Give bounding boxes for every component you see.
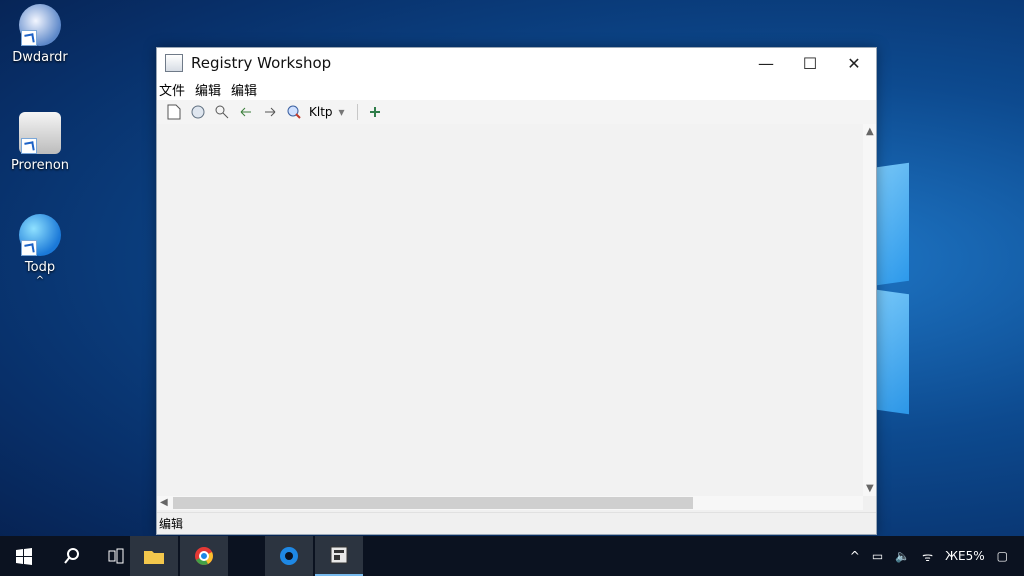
- maximize-button[interactable]: ☐: [788, 48, 832, 78]
- forward-icon[interactable]: [261, 103, 279, 121]
- search-label[interactable]: Kltp: [309, 105, 333, 119]
- horizontal-scroll-thumb[interactable]: [173, 497, 693, 509]
- system-tray: ^ ▭ 🔈 ᯤ ЖЕ5% ▢: [844, 536, 1024, 576]
- title-bar[interactable]: Registry Workshop — ☐ ✕: [157, 48, 876, 78]
- documents-icon: [19, 112, 61, 154]
- search-icon[interactable]: [285, 103, 303, 121]
- desktop-icon-label: Prorenon: [10, 158, 70, 173]
- save-icon[interactable]: [189, 103, 207, 121]
- horizontal-scrollbar[interactable]: ◀: [157, 496, 863, 510]
- chevron-down-icon[interactable]: ▾: [339, 105, 345, 119]
- file-explorer-icon[interactable]: [130, 536, 178, 576]
- toolbar: Kltp ▾: [157, 100, 876, 124]
- tray-text[interactable]: ЖЕ5%: [945, 549, 985, 563]
- registry-app-icon[interactable]: [315, 536, 363, 576]
- start-icon[interactable]: [0, 536, 48, 576]
- shortcut-arrow-icon: [21, 30, 37, 46]
- chevron-up-icon[interactable]: ^: [850, 549, 860, 563]
- find-icon[interactable]: [213, 103, 231, 121]
- notification-icon[interactable]: ▢: [997, 549, 1008, 563]
- shortcut-arrow-icon: [21, 138, 37, 154]
- status-text: 编辑: [159, 517, 184, 531]
- new-file-icon[interactable]: [165, 103, 183, 121]
- menu-edit[interactable]: 编辑: [195, 80, 221, 99]
- back-icon[interactable]: [237, 103, 255, 121]
- app-icon: [165, 54, 183, 72]
- windows-logo-pane-bottom: [877, 289, 909, 415]
- scroll-up-icon[interactable]: ▲: [866, 126, 874, 137]
- menu-bar: 文件 编辑 编辑: [157, 78, 876, 100]
- speaker-icon[interactable]: 🔈: [895, 549, 910, 563]
- windows-logo-pane-top: [877, 162, 909, 286]
- plus-icon[interactable]: [366, 103, 384, 121]
- desktop-icon-2[interactable]: Prorenon: [0, 112, 80, 173]
- desktop-icon-3[interactable]: Todp ^: [0, 214, 80, 286]
- taskbar: ^ ▭ 🔈 ᯤ ЖЕ5% ▢: [0, 536, 1024, 576]
- menu-edit-2[interactable]: 编辑: [231, 80, 257, 99]
- edge-icon[interactable]: [265, 536, 313, 576]
- control-panel-icon: [19, 4, 61, 46]
- chevron-up-icon: ^: [35, 275, 45, 286]
- status-bar: 编辑: [157, 512, 876, 534]
- minimize-button[interactable]: —: [744, 48, 788, 78]
- toolbar-separator: [356, 104, 358, 120]
- menu-file[interactable]: 文件: [159, 80, 185, 99]
- desktop-icon-label: Dwdardr: [12, 50, 68, 65]
- close-button[interactable]: ✕: [832, 48, 876, 78]
- registry-workshop-window[interactable]: Registry Workshop — ☐ ✕ 文件 编辑 编辑 Kltp ▾: [156, 47, 877, 535]
- shortcut-arrow-icon: [21, 240, 37, 256]
- search-icon[interactable]: [48, 536, 96, 576]
- desktop-icon-1[interactable]: Dwdardr: [0, 4, 80, 65]
- scroll-left-icon[interactable]: ◀: [160, 497, 168, 508]
- main-content-area[interactable]: [157, 124, 863, 496]
- chrome-icon[interactable]: [180, 536, 228, 576]
- vertical-scrollbar[interactable]: ▲ ▼: [863, 124, 876, 496]
- desktop-icon-label: Todp: [24, 260, 56, 275]
- edge-desktop-icon: [19, 214, 61, 256]
- scroll-down-icon[interactable]: ▼: [866, 483, 874, 494]
- window-title: Registry Workshop: [191, 54, 332, 72]
- network-icon[interactable]: ᯤ: [922, 548, 933, 565]
- battery-icon[interactable]: ▭: [872, 549, 883, 563]
